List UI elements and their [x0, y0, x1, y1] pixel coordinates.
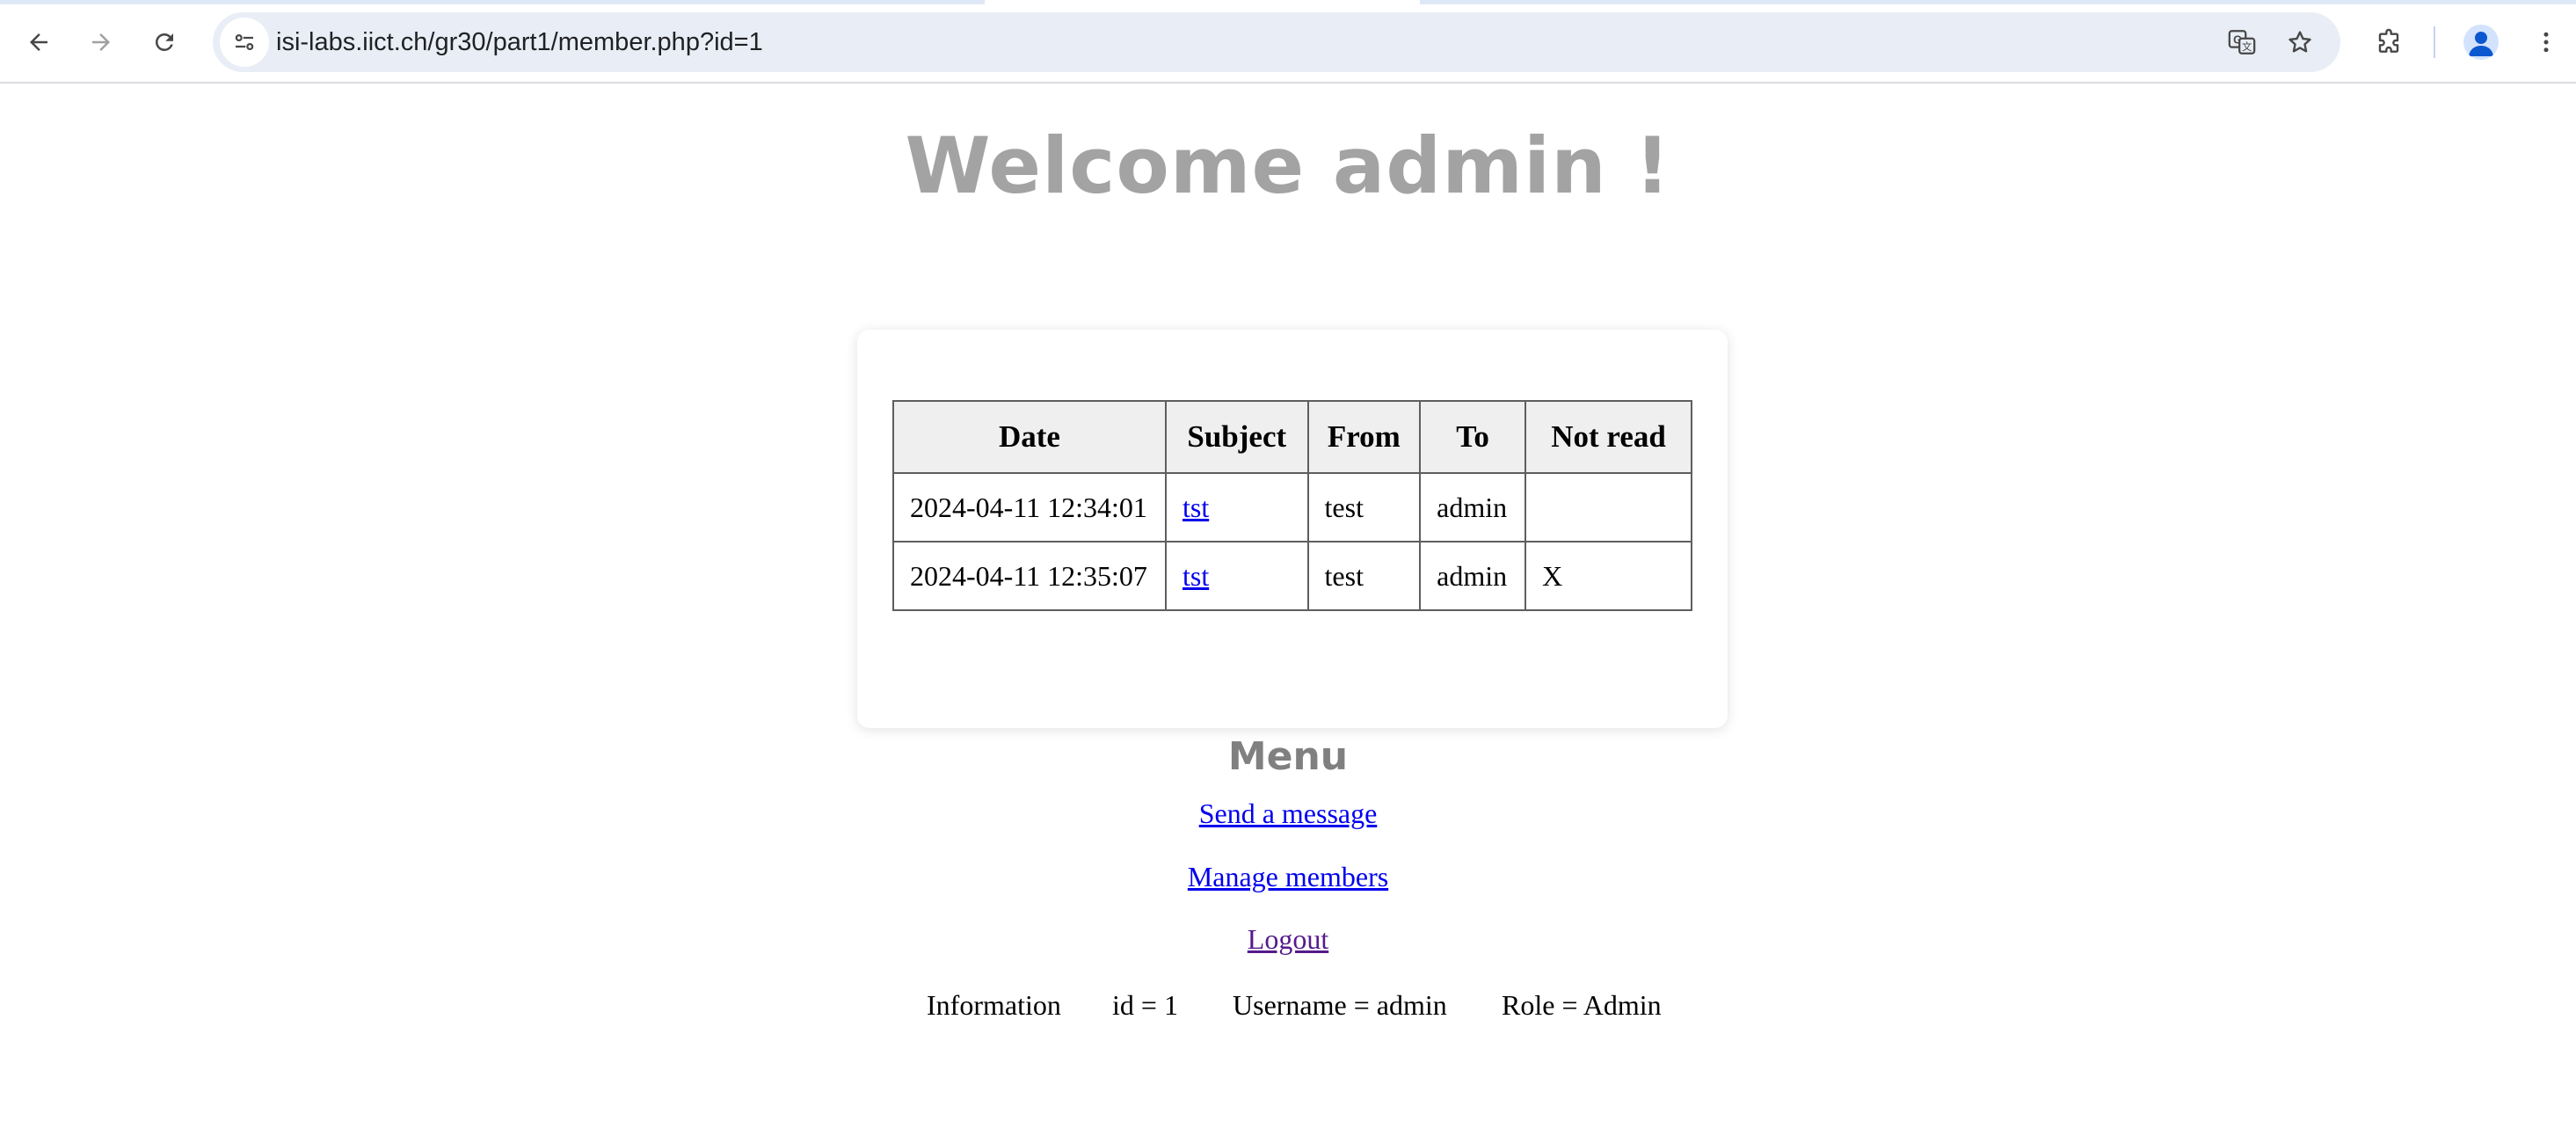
- browser-menu-button[interactable]: [2521, 18, 2571, 67]
- cell-from: test: [1306, 541, 1422, 611]
- messages-table: Date Subject From To Not read 2024-04-11…: [892, 400, 1692, 611]
- site-info-button[interactable]: [220, 18, 269, 67]
- browser-toolbar: isi-labs.iict.ch/gr30/part1/member.php?i…: [0, 0, 2576, 84]
- cell-date: 2024-04-11 12:35:07: [892, 541, 1167, 611]
- menu-title: Menu: [1227, 734, 1349, 779]
- address-bar[interactable]: isi-labs.iict.ch/gr30/part1/member.php?i…: [213, 12, 2340, 72]
- arrow-left-icon: [30, 33, 47, 51]
- forward-button[interactable]: [76, 18, 126, 67]
- menu-item-send-message: Send a message: [0, 797, 2576, 830]
- cell-to: admin: [1419, 472, 1527, 543]
- arrow-right-icon: [92, 33, 110, 51]
- person-icon: [2469, 32, 2493, 56]
- menu-item-manage-members: Manage members: [0, 861, 2576, 893]
- back-button[interactable]: [14, 18, 63, 67]
- manage-members-link[interactable]: Manage members: [1188, 861, 1388, 892]
- tab-strip-accent: [1420, 0, 2576, 4]
- page-title: Welcome admin !: [905, 120, 1671, 211]
- subject-link[interactable]: tst: [1182, 492, 1209, 523]
- send-message-link[interactable]: Send a message: [1199, 797, 1378, 829]
- cell-from: test: [1306, 472, 1422, 543]
- tab-strip-accent: [0, 0, 985, 4]
- cell-date: 2024-04-11 12:34:01: [892, 472, 1167, 543]
- profile-avatar-icon[interactable]: [2463, 25, 2499, 60]
- cell-not-read: [1524, 472, 1692, 543]
- cell-to: admin: [1419, 541, 1527, 611]
- information-label: Information: [927, 989, 1061, 1021]
- toolbar-divider: [2434, 26, 2435, 58]
- cell-subject: tst: [1164, 541, 1309, 611]
- table-header-row: Date Subject From To Not read: [892, 400, 1692, 474]
- column-header-date: Date: [892, 400, 1167, 474]
- tune-icon: [235, 33, 254, 50]
- table-row: 2024-04-11 12:35:07 tst test admin X: [892, 541, 1692, 611]
- menu-item-logout: Logout: [0, 923, 2576, 956]
- column-header-to: To: [1419, 400, 1527, 474]
- user-username: Username = admin: [1233, 989, 1447, 1021]
- url-text[interactable]: isi-labs.iict.ch/gr30/part1/member.php?i…: [276, 12, 763, 72]
- star-icon: [2289, 31, 2311, 53]
- reload-button[interactable]: [140, 18, 189, 67]
- column-header-subject: Subject: [1164, 400, 1309, 474]
- translate-button[interactable]: G 文: [2217, 18, 2267, 67]
- cell-not-read: X: [1524, 541, 1692, 611]
- logout-link[interactable]: Logout: [1248, 923, 1328, 955]
- extensions-button[interactable]: [2364, 18, 2413, 67]
- subject-link[interactable]: tst: [1182, 560, 1209, 592]
- more-vert-icon: [2543, 32, 2549, 53]
- translate-icon: G 文: [2228, 30, 2256, 55]
- svg-text:文: 文: [2242, 40, 2252, 53]
- puzzle-icon: [2378, 28, 2399, 53]
- messages-card: Date Subject From To Not read 2024-04-11…: [857, 330, 1728, 728]
- cell-subject: tst: [1164, 472, 1309, 543]
- page-content: Welcome admin ! Date Subject From To Not…: [0, 84, 2576, 1136]
- user-role: Role = Admin: [1502, 989, 1662, 1021]
- column-header-not-read: Not read: [1524, 400, 1692, 474]
- column-header-from: From: [1306, 400, 1422, 474]
- table-row: 2024-04-11 12:34:01 tst test admin: [892, 472, 1692, 543]
- user-id: id = 1: [1112, 989, 1178, 1021]
- reload-icon: [155, 33, 173, 51]
- bookmark-button[interactable]: [2275, 18, 2325, 67]
